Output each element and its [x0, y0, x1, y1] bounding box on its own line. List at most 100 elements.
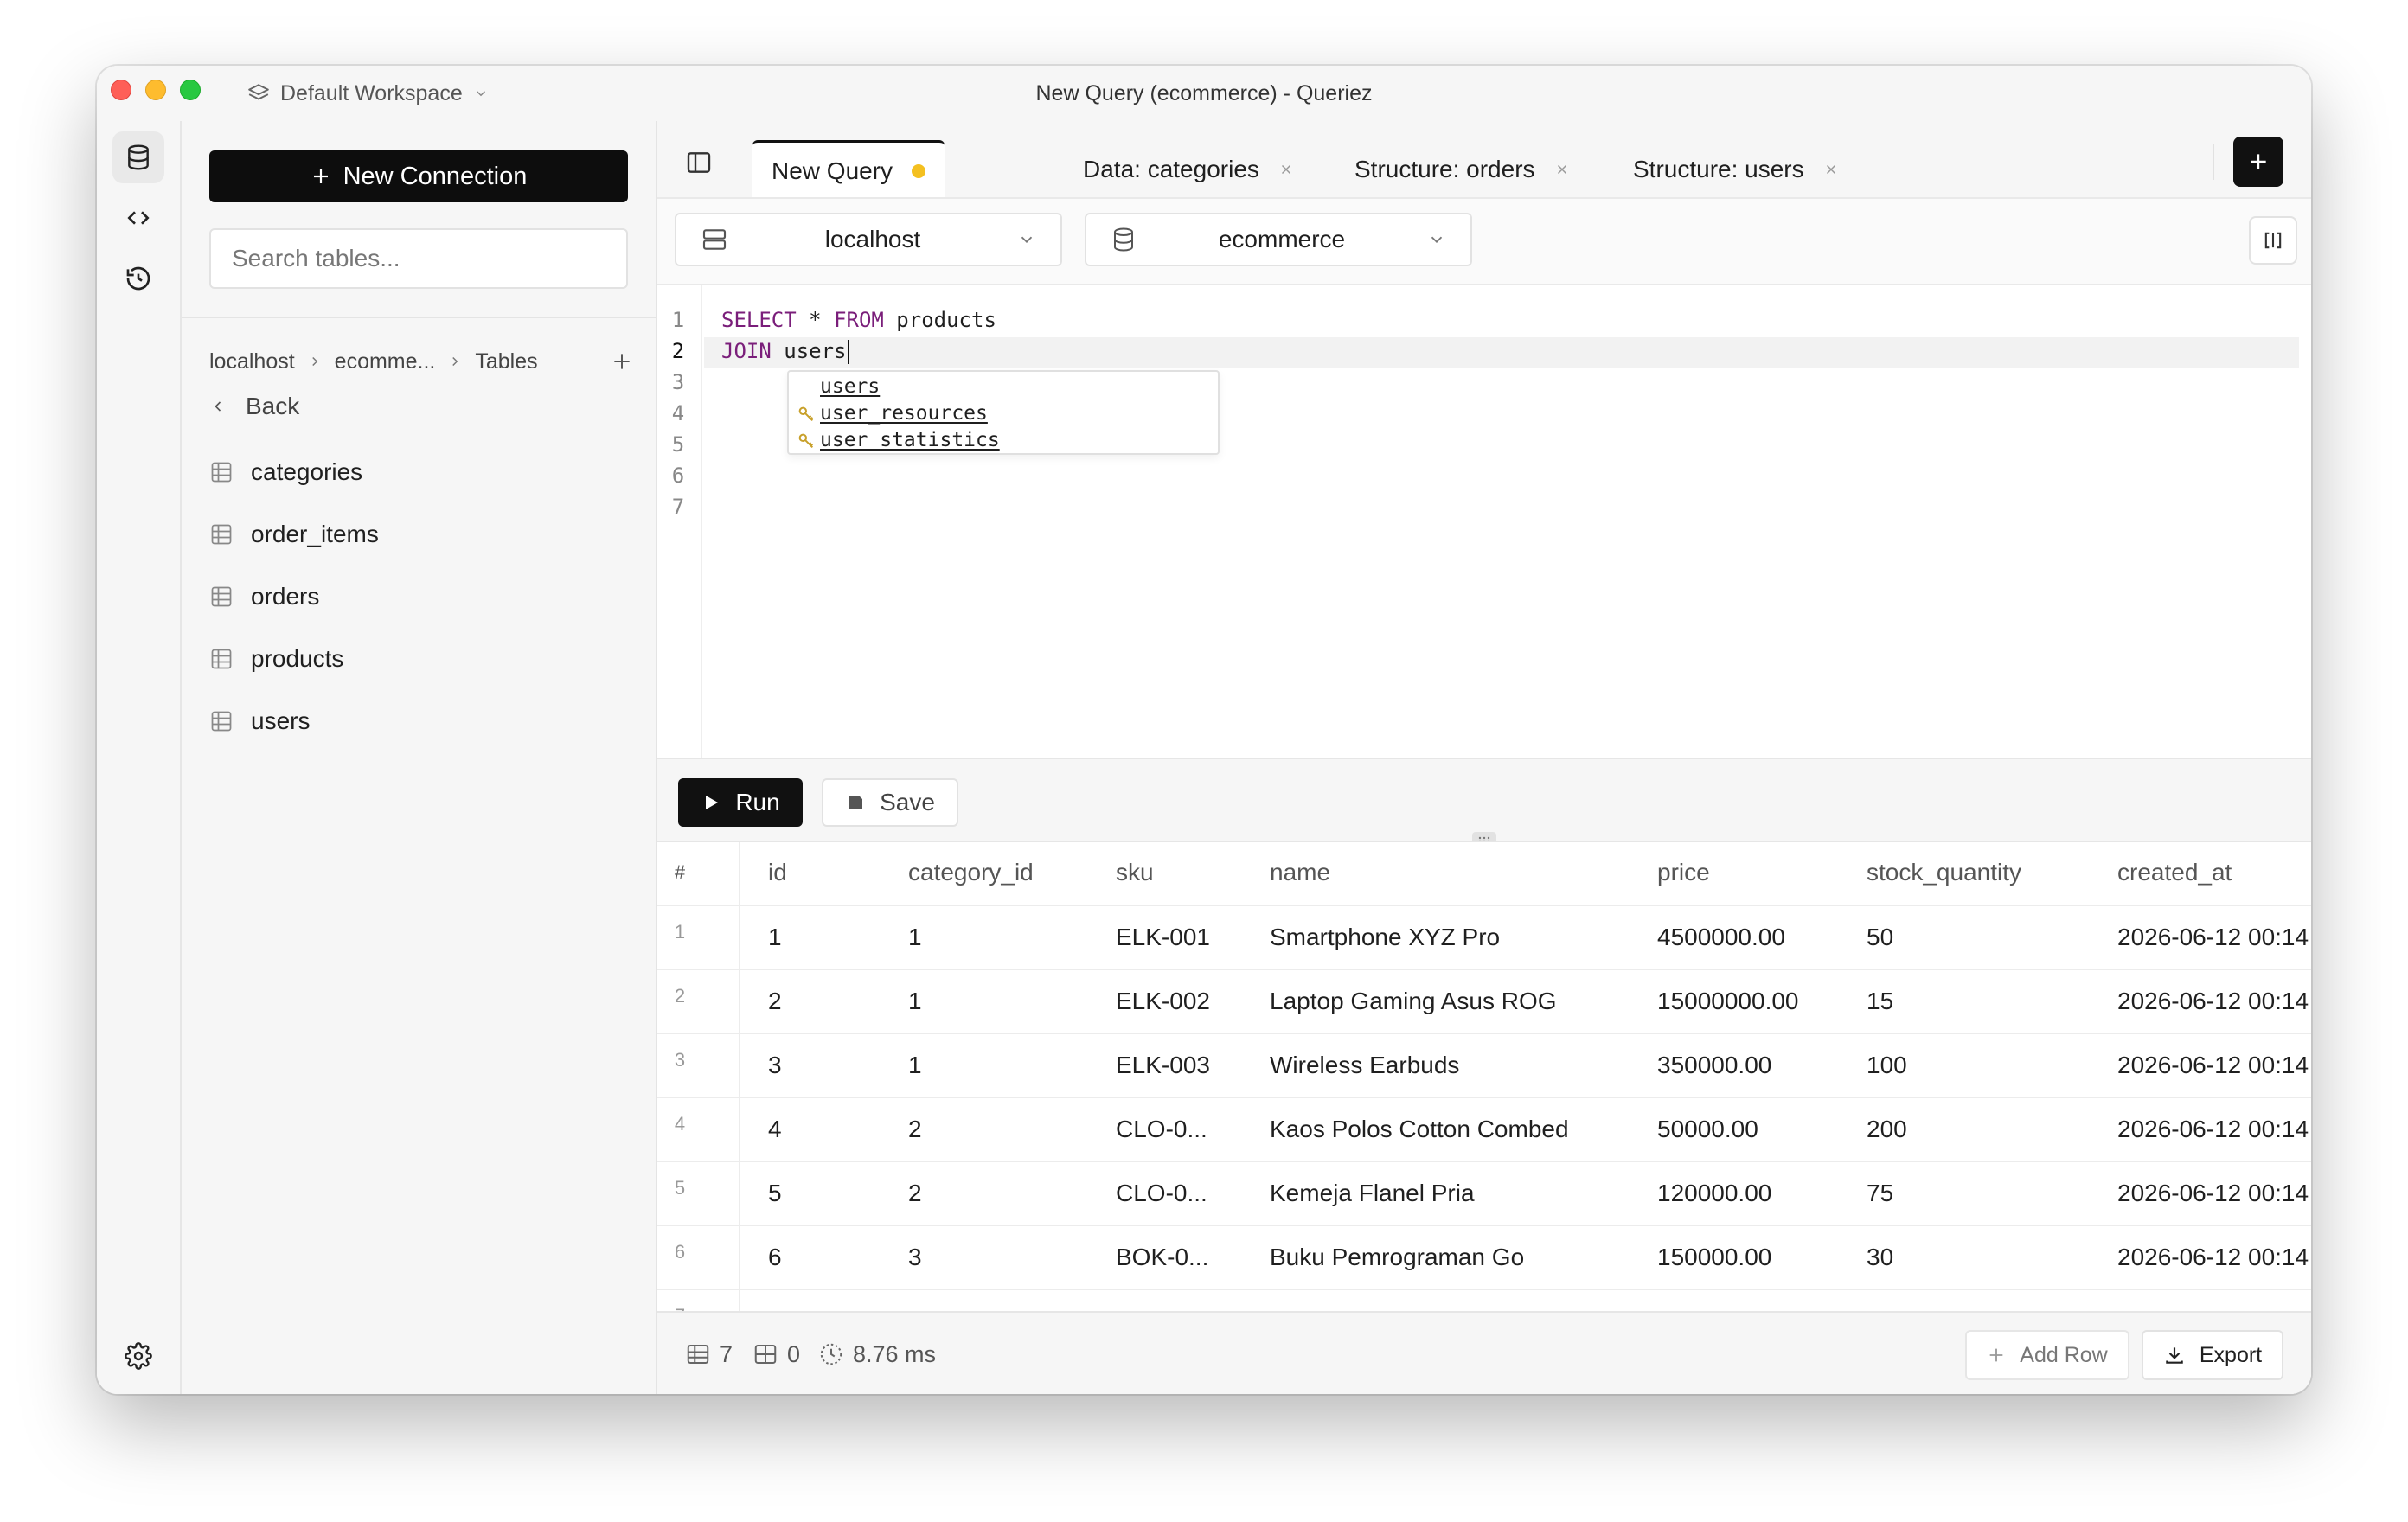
table-cell[interactable]: 30 — [1867, 1226, 1893, 1289]
tab-structure-users[interactable]: Structure: users — [1633, 140, 1839, 199]
table-cell[interactable]: 120000.00 — [1657, 1162, 1771, 1225]
close-icon[interactable] — [1823, 162, 1839, 177]
split-view-button[interactable] — [2249, 216, 2297, 265]
table-cell[interactable]: 2026-06-12 00:14 — [2117, 906, 2309, 969]
column-header[interactable]: sku — [1116, 842, 1154, 905]
table-cell[interactable]: Wireless Earbuds — [1270, 1034, 1459, 1097]
table-cell[interactable]: 1 — [908, 906, 922, 969]
table-cell[interactable]: 125000.00 — [1657, 1290, 1771, 1311]
sidebar-table-item[interactable]: products — [209, 628, 633, 690]
table-cell[interactable]: 15000000.00 — [1657, 970, 1799, 1033]
table-cell[interactable]: ELK-002 — [1116, 970, 1210, 1033]
close-icon[interactable] — [1554, 162, 1570, 177]
database-select[interactable]: ecommerce — [1085, 213, 1472, 266]
column-header[interactable]: created_at — [2117, 842, 2232, 905]
table-cell[interactable]: Smartphone XYZ Pro — [1270, 906, 1500, 969]
back-button[interactable]: Back — [209, 380, 299, 432]
table-cell[interactable]: 3 — [908, 1290, 922, 1311]
table-cell[interactable]: 2026-06-12 00:14 — [2117, 1226, 2309, 1289]
column-header[interactable]: name — [1270, 842, 1330, 905]
table-cell[interactable]: 150000.00 — [1657, 1226, 1771, 1289]
table-cell[interactable]: 75 — [1867, 1162, 1893, 1225]
column-header[interactable]: category_id — [908, 842, 1034, 905]
add-row-button[interactable]: Add Row — [1965, 1330, 2129, 1380]
settings-button[interactable] — [112, 1330, 164, 1382]
table-cell[interactable]: Kemeja Flanel Pria — [1270, 1162, 1475, 1225]
table-cell[interactable]: 7 — [768, 1290, 782, 1311]
table-cell[interactable]: BOK-0... — [1116, 1226, 1208, 1289]
table-row[interactable]: 7 7 3 BOK-0... Buku Sistem Basis Data 12… — [657, 1290, 2311, 1311]
tab-structure-orders[interactable]: Structure: orders — [1354, 140, 1570, 199]
tab-data-categories[interactable]: Data: categories — [1083, 140, 1294, 199]
table-cell[interactable]: 2 — [908, 1098, 922, 1161]
autocomplete-item[interactable]: users — [789, 374, 1218, 400]
table-cell[interactable]: 40 — [1867, 1290, 1893, 1311]
toggle-sidebar-button[interactable] — [682, 145, 716, 180]
table-row[interactable]: 6 6 3 BOK-0... Buku Pemrograman Go 15000… — [657, 1226, 2311, 1290]
rail-query-button[interactable] — [112, 192, 164, 244]
table-cell[interactable]: ELK-003 — [1116, 1034, 1210, 1097]
table-row[interactable]: 1 1 1 ELK-001 Smartphone XYZ Pro 4500000… — [657, 906, 2311, 970]
table-cell[interactable]: 5 — [768, 1162, 782, 1225]
close-icon[interactable] — [1278, 162, 1294, 177]
table-cell[interactable]: ELK-001 — [1116, 906, 1210, 969]
table-cell[interactable]: 2026-06-12 00:14 — [2117, 1034, 2309, 1097]
breadcrumb-host[interactable]: localhost — [209, 349, 295, 374]
sidebar-table-item[interactable]: users — [209, 690, 633, 752]
new-tab-button[interactable] — [2233, 137, 2283, 187]
column-header[interactable]: price — [1657, 842, 1710, 905]
table-row[interactable]: 3 3 1 ELK-003 Wireless Earbuds 350000.00… — [657, 1034, 2311, 1098]
table-cell[interactable]: 4500000.00 — [1657, 906, 1785, 969]
table-cell[interactable]: 6 — [768, 1226, 782, 1289]
table-cell[interactable]: Buku Sistem Basis Data — [1270, 1290, 1529, 1311]
table-cell[interactable]: 2026-06-12 00:14 — [2117, 1290, 2309, 1311]
run-button[interactable]: Run — [678, 778, 803, 827]
search-tables-input[interactable] — [209, 228, 628, 289]
table-cell[interactable]: 2 — [908, 1162, 922, 1225]
table-cell[interactable]: 50000.00 — [1657, 1098, 1758, 1161]
save-button[interactable]: Save — [822, 778, 958, 827]
autocomplete-item[interactable]: user_resources — [789, 400, 1218, 427]
table-cell[interactable]: 4 — [768, 1098, 782, 1161]
table-cell[interactable]: 200 — [1867, 1098, 1907, 1161]
sidebar-toggle-icon — [687, 152, 711, 173]
column-header[interactable]: id — [768, 842, 787, 905]
table-row[interactable]: 5 5 2 CLO-0... Kemeja Flanel Pria 120000… — [657, 1162, 2311, 1226]
table-icon — [211, 462, 232, 483]
table-cell[interactable]: 350000.00 — [1657, 1034, 1771, 1097]
table-cell[interactable]: 2026-06-12 00:14 — [2117, 1098, 2309, 1161]
table-cell[interactable]: 1 — [908, 1034, 922, 1097]
table-cell[interactable]: 15 — [1867, 970, 1893, 1033]
tab-new-query[interactable]: New Query — [752, 140, 945, 199]
new-connection-button[interactable]: New Connection — [209, 150, 628, 202]
export-button[interactable]: Export — [2142, 1330, 2283, 1380]
table-cell[interactable]: 3 — [908, 1226, 922, 1289]
table-cell[interactable]: 1 — [908, 970, 922, 1033]
table-cell[interactable]: BOK-0... — [1116, 1290, 1208, 1311]
table-cell[interactable]: 2026-06-12 00:14 — [2117, 1162, 2309, 1225]
rail-connections-button[interactable] — [112, 131, 164, 183]
autocomplete-item[interactable]: user_statistics — [789, 427, 1218, 454]
table-cell[interactable]: 1 — [768, 906, 782, 969]
table-cell[interactable]: Laptop Gaming Asus ROG — [1270, 970, 1557, 1033]
table-cell[interactable]: 2 — [768, 970, 782, 1033]
table-row[interactable]: 2 2 1 ELK-002 Laptop Gaming Asus ROG 150… — [657, 970, 2311, 1034]
rail-history-button[interactable] — [112, 253, 164, 304]
breadcrumb-database[interactable]: ecomme... — [335, 349, 436, 374]
table-row[interactable]: 4 4 2 CLO-0... Kaos Polos Cotton Combed … — [657, 1098, 2311, 1162]
table-cell[interactable]: Kaos Polos Cotton Combed — [1270, 1098, 1569, 1161]
table-cell[interactable]: CLO-0... — [1116, 1098, 1207, 1161]
sidebar-table-item[interactable]: categories — [209, 441, 633, 503]
column-header[interactable]: stock_quantity — [1867, 842, 2021, 905]
sql-editor[interactable]: 1 2 3 4 5 6 7 SELECT * FROM products JOI… — [657, 285, 2311, 758]
add-table-button[interactable] — [611, 350, 633, 373]
table-cell[interactable]: 50 — [1867, 906, 1893, 969]
table-cell[interactable]: 3 — [768, 1034, 782, 1097]
sidebar-table-item[interactable]: orders — [209, 566, 633, 628]
table-cell[interactable]: CLO-0... — [1116, 1162, 1207, 1225]
host-select[interactable]: localhost — [675, 213, 1062, 266]
sidebar-table-item[interactable]: order_items — [209, 503, 633, 566]
table-cell[interactable]: Buku Pemrograman Go — [1270, 1226, 1524, 1289]
table-cell[interactable]: 2026-06-12 00:14 — [2117, 970, 2309, 1033]
table-cell[interactable]: 100 — [1867, 1034, 1907, 1097]
